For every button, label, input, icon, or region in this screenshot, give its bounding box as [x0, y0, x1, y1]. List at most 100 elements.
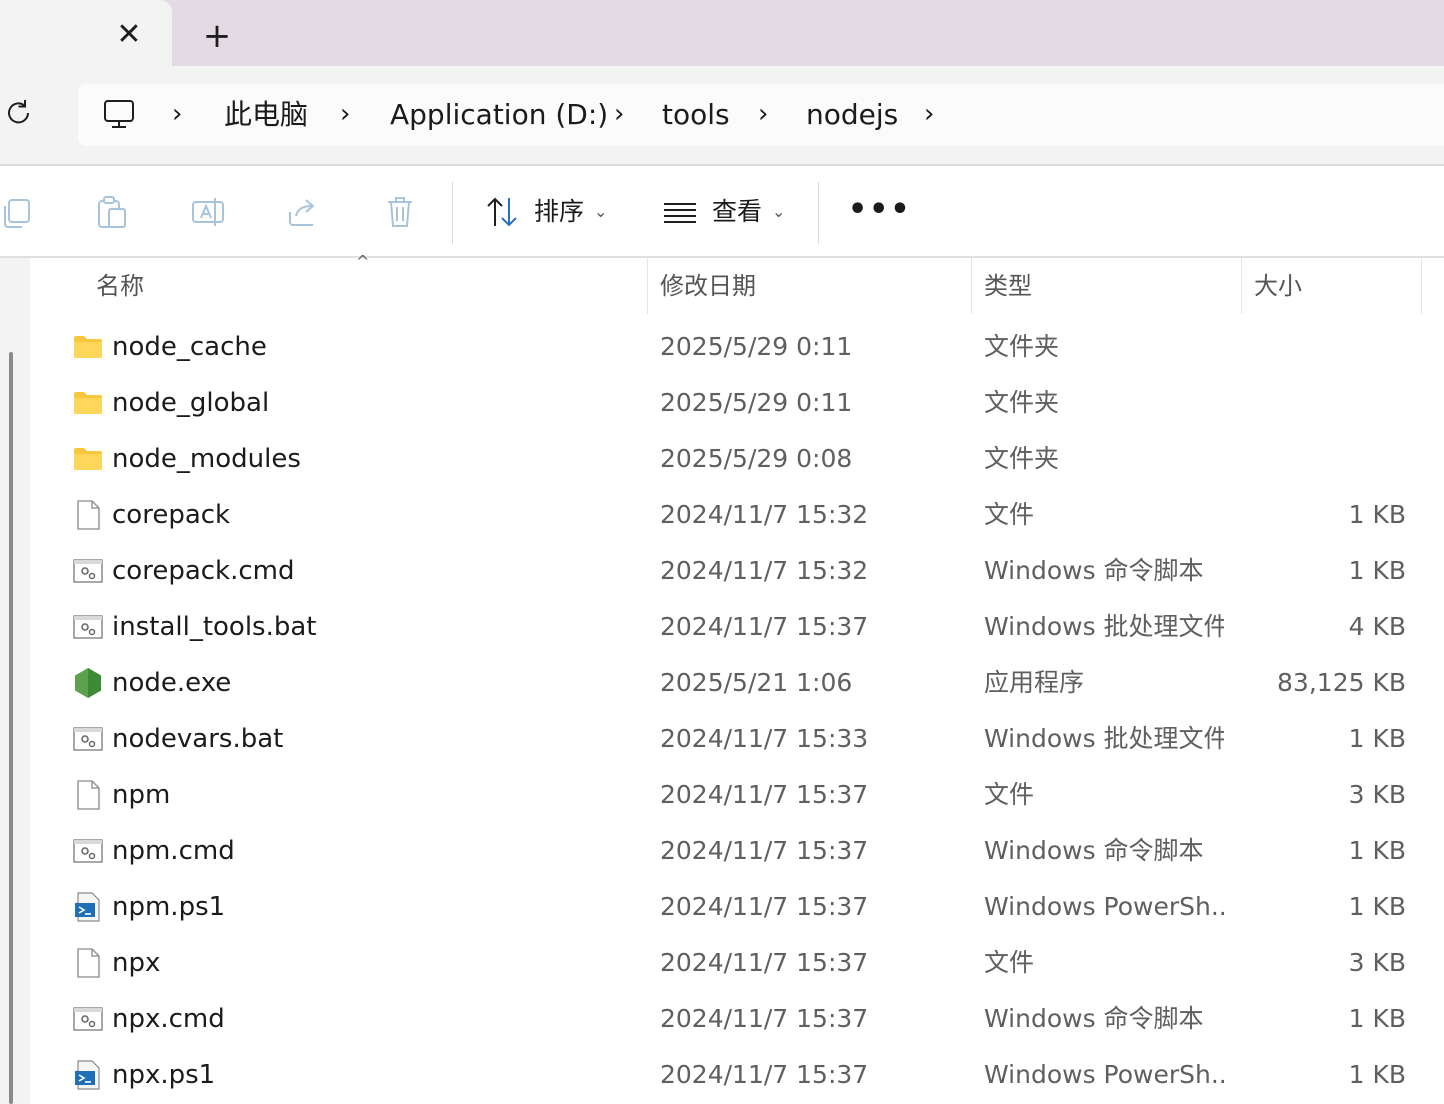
folder-icon: [72, 387, 104, 419]
file-size: 1 KB: [1348, 1060, 1406, 1089]
file-name[interactable]: corepack.cmd: [112, 543, 295, 599]
file-size: 1 KB: [1348, 724, 1406, 753]
file-row[interactable]: npx.cmd 2024/11/7 15:37 Windows 命令脚本 1 KB: [30, 991, 1444, 1047]
file-name[interactable]: npx: [112, 935, 160, 991]
file-name[interactable]: node_cache: [112, 319, 267, 375]
file-name[interactable]: node_global: [112, 375, 269, 431]
file-size: 3 KB: [1348, 780, 1406, 809]
file-row[interactable]: corepack.cmd 2024/11/7 15:32 Windows 命令脚本 1…: [30, 543, 1444, 599]
file-name[interactable]: node.exe: [112, 655, 231, 711]
column-header-date[interactable]: 修改日期: [660, 258, 756, 314]
file-date-modified: 2024/11/7 15:37: [660, 612, 869, 641]
file-date-modified: 2024/11/7 15:37: [660, 836, 869, 865]
new-tab-button[interactable]: +: [198, 18, 236, 56]
file-icon: [72, 499, 104, 531]
file-row[interactable]: npx.ps1 2024/11/7 15:37 Windows PowerSh...…: [30, 1047, 1444, 1103]
file-name[interactable]: node_modules: [112, 431, 301, 487]
file-name[interactable]: npm: [112, 767, 170, 823]
column-header-row: 名称 修改日期 类型 大小: [30, 258, 1444, 318]
view-list-icon[interactable]: [662, 194, 698, 230]
chevron-down-icon[interactable]: ⌄: [594, 194, 607, 230]
navigation-bar: › 此电脑 › Application (D:) › tools › nodej…: [0, 66, 1444, 166]
file-size: 1 KB: [1348, 556, 1406, 585]
file-name[interactable]: corepack: [112, 487, 230, 543]
breadcrumb-nodejs[interactable]: nodejs: [806, 84, 898, 146]
file-name[interactable]: nodevars.bat: [112, 711, 283, 767]
column-divider[interactable]: [647, 258, 648, 314]
breadcrumb-separator-icon[interactable]: ›: [614, 84, 624, 146]
file-date-modified: 2025/5/29 0:08: [660, 444, 853, 473]
file-row[interactable]: node_global 2025/5/29 0:11 文件夹: [30, 375, 1444, 431]
breadcrumb-this-pc[interactable]: 此电脑: [224, 84, 308, 146]
rename-icon[interactable]: [190, 194, 226, 230]
nodejs-icon: [72, 667, 104, 699]
computer-icon[interactable]: [102, 98, 136, 132]
file-size: 1 KB: [1348, 500, 1406, 529]
script-icon: [72, 555, 104, 587]
file-type: Windows PowerSh...: [984, 1060, 1224, 1089]
file-name[interactable]: npm.ps1: [112, 879, 225, 935]
file-size: 4 KB: [1348, 612, 1406, 641]
file-name[interactable]: npx.cmd: [112, 991, 225, 1047]
file-type: 文件夹: [984, 444, 1060, 473]
sort-arrows-icon[interactable]: [484, 194, 520, 230]
close-tab-icon[interactable]: ✕: [112, 18, 146, 52]
sort-label[interactable]: 排序: [534, 194, 584, 230]
file-type: 文件夹: [984, 388, 1060, 417]
more-options-button[interactable]: •••: [848, 192, 912, 228]
share-icon[interactable]: [286, 194, 322, 230]
column-divider[interactable]: [1241, 258, 1242, 314]
breadcrumb-separator-icon[interactable]: ›: [340, 84, 350, 146]
refresh-icon[interactable]: [4, 98, 34, 128]
file-type: 文件: [984, 780, 1035, 809]
file-row[interactable]: nodevars.bat 2024/11/7 15:33 Windows 批处理文件…: [30, 711, 1444, 767]
breadcrumb-drive-d[interactable]: Application (D:): [390, 84, 608, 146]
breadcrumb-separator-icon[interactable]: ›: [924, 84, 934, 146]
file-date-modified: 2025/5/29 0:11: [660, 332, 853, 361]
file-row[interactable]: npm 2024/11/7 15:37 文件 3 KB: [30, 767, 1444, 823]
file-type: Windows 命令脚本: [984, 1004, 1204, 1033]
file-type: 文件: [984, 500, 1035, 529]
navigation-pane-scrollbar[interactable]: [9, 352, 13, 1104]
column-divider[interactable]: [971, 258, 972, 314]
file-row[interactable]: npx 2024/11/7 15:37 文件 3 KB: [30, 935, 1444, 991]
toolbar-divider: [452, 182, 453, 244]
script-icon: [72, 835, 104, 867]
file-row[interactable]: corepack 2024/11/7 15:32 文件 1 KB: [30, 487, 1444, 543]
file-row[interactable]: npm.ps1 2024/11/7 15:37 Windows PowerSh...…: [30, 879, 1444, 935]
active-tab[interactable]: ✕: [0, 0, 172, 66]
file-row[interactable]: node_modules 2025/5/29 0:08 文件夹: [30, 431, 1444, 487]
column-header-size[interactable]: 大小: [1254, 258, 1302, 314]
chevron-down-icon[interactable]: ⌄: [772, 194, 785, 230]
tab-strip: ✕ +: [0, 0, 1444, 66]
file-row[interactable]: node.exe 2025/5/21 1:06 应用程序 83,125 KB: [30, 655, 1444, 711]
file-name[interactable]: npx.ps1: [112, 1047, 215, 1103]
file-date-modified: 2024/11/7 15:37: [660, 948, 869, 977]
file-date-modified: 2024/11/7 15:32: [660, 556, 869, 585]
powershell-icon: [72, 891, 104, 923]
breadcrumb-tools[interactable]: tools: [662, 84, 730, 146]
breadcrumb-separator-icon[interactable]: ›: [758, 84, 768, 146]
column-header-type[interactable]: 类型: [984, 258, 1032, 314]
file-row[interactable]: npm.cmd 2024/11/7 15:37 Windows 命令脚本 1 KB: [30, 823, 1444, 879]
paste-icon[interactable]: [94, 194, 130, 230]
address-bar[interactable]: › 此电脑 › Application (D:) › tools › nodej…: [78, 84, 1444, 146]
column-header-name[interactable]: 名称: [96, 258, 144, 314]
folder-icon: [72, 443, 104, 475]
file-name[interactable]: install_tools.bat: [112, 599, 317, 655]
file-date-modified: 2024/11/7 15:37: [660, 780, 869, 809]
file-type: Windows 批处理文件: [984, 612, 1224, 641]
file-row[interactable]: node_cache 2025/5/29 0:11 文件夹: [30, 319, 1444, 375]
delete-icon[interactable]: [382, 194, 418, 230]
toolbar-divider: [818, 182, 819, 244]
view-label[interactable]: 查看: [712, 194, 762, 230]
file-date-modified: 2025/5/29 0:11: [660, 388, 853, 417]
copy-icon[interactable]: [0, 194, 36, 230]
breadcrumb-separator-icon[interactable]: ›: [172, 84, 182, 146]
column-divider[interactable]: [1421, 258, 1422, 314]
file-type: Windows 命令脚本: [984, 836, 1204, 865]
file-date-modified: 2024/11/7 15:32: [660, 500, 869, 529]
file-type: Windows 命令脚本: [984, 556, 1204, 585]
file-row[interactable]: install_tools.bat 2024/11/7 15:37 Windows …: [30, 599, 1444, 655]
file-name[interactable]: npm.cmd: [112, 823, 235, 879]
